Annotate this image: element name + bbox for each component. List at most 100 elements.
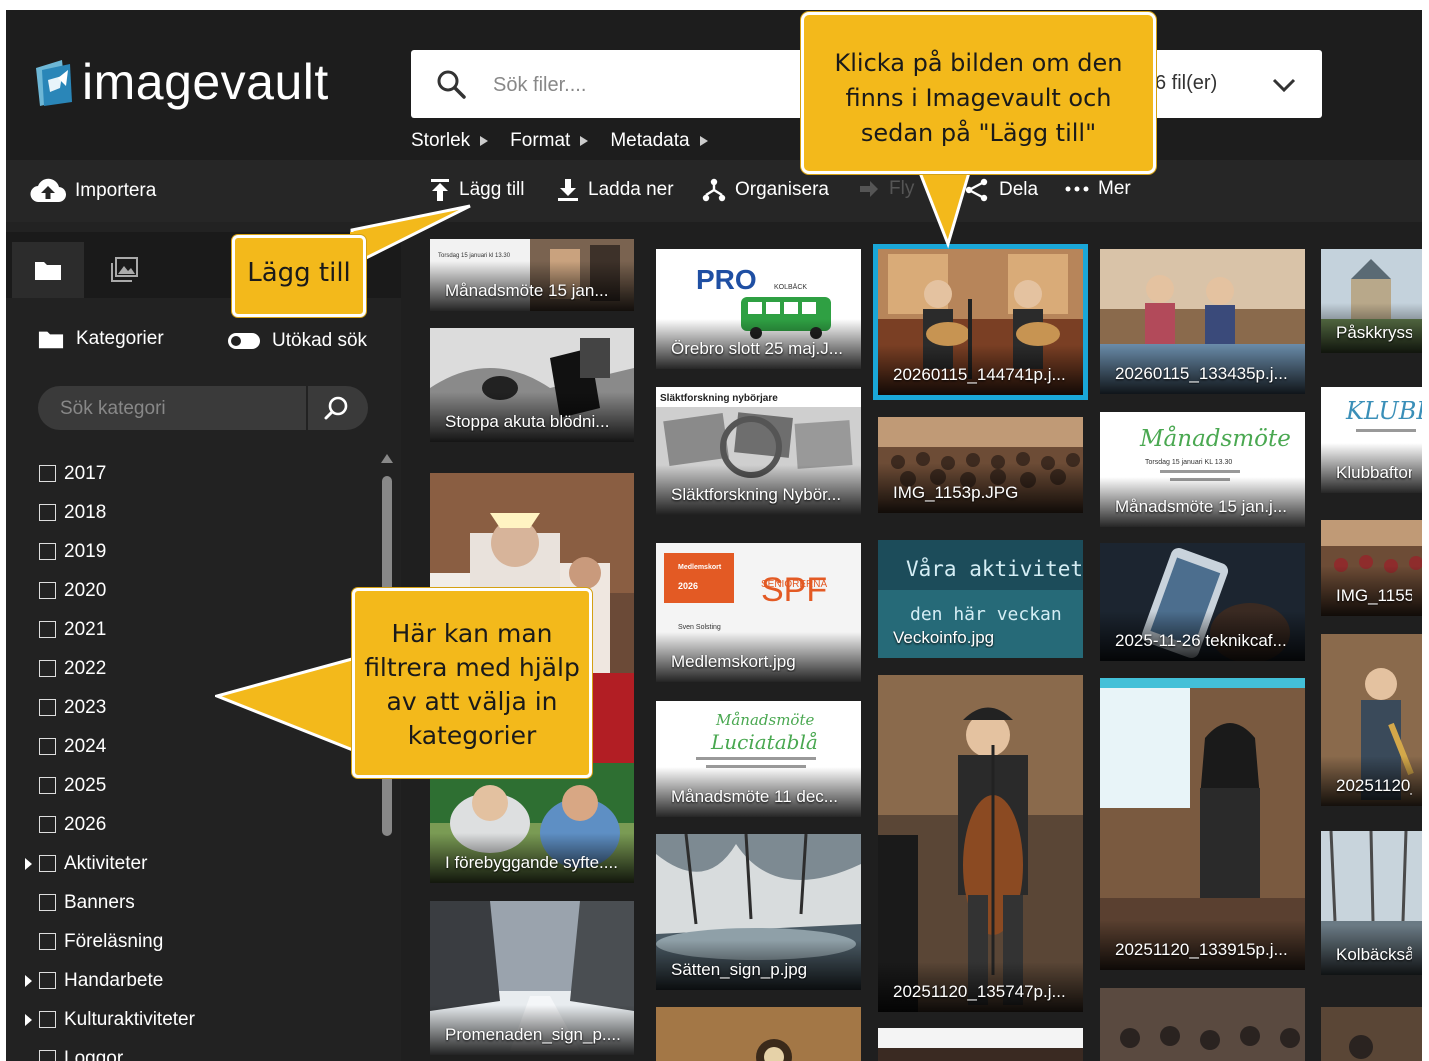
thumbnail[interactable]: Stoppa akuta blödni... [430,328,634,442]
expand-arrow-icon[interactable] [20,857,37,870]
thumbnail[interactable]: IMG_1153p.JPG [878,417,1083,513]
thumbnail[interactable]: Påskkryssni [1321,249,1422,353]
expand-arrow-icon[interactable] [20,1013,37,1026]
filter-metadata-label: Metadata [610,130,690,151]
category-checkbox[interactable] [39,660,56,677]
callout-top: Klicka på bilden om den finns i Imagevau… [801,12,1156,174]
thumbnail-label: 20251120_133915p.j... [1115,940,1288,959]
thumbnail-label: 20251120_135747p.j... [893,982,1066,1001]
thumbnail[interactable] [878,1028,1083,1061]
category-item[interactable]: 2025 [20,766,380,805]
category-item[interactable]: 2021 [20,610,380,649]
category-item[interactable]: Kulturaktiviteter [20,1000,380,1039]
thumbnail[interactable] [1100,988,1305,1061]
tab-folders[interactable] [12,242,84,298]
category-item[interactable]: Banners [20,883,380,922]
category-checkbox[interactable] [39,582,56,599]
thumbnail[interactable]: Släktforskning nybörjare Släktforskning … [656,387,861,515]
category-checkbox[interactable] [39,1011,56,1028]
thumbnail-label: Månadsmöte 15 jan... [445,281,609,300]
pro-sub-text: KOLBÄCK [774,283,807,291]
import-button[interactable]: Importera [30,178,156,204]
category-checkbox[interactable] [39,777,56,794]
category-label: 2026 [64,813,107,835]
category-checkbox[interactable] [39,504,56,521]
spf-year-text: 2026 [678,581,698,591]
category-label: 2025 [64,774,107,796]
thumbnail[interactable]: IMG_1155p. [1321,520,1422,616]
categories-label: Kategorier [76,328,164,349]
thumbnail[interactable]: Våra aktiviteter den här veckan Veckoinf… [878,540,1083,658]
category-checkbox[interactable] [39,1050,56,1061]
category-checkbox[interactable] [39,894,56,911]
thumbnail[interactable]: 20260115_133435p.j... [1100,249,1305,394]
spf-logo-text: SPF [761,571,827,609]
category-label: 2020 [64,579,107,601]
category-checkbox[interactable] [39,621,56,638]
organize-button[interactable]: Organisera [702,178,829,202]
filter-size[interactable]: Storlek [411,130,489,152]
category-label: 2024 [64,735,107,757]
thumbnail[interactable]: Månadsmöte Luciatablå Månadsmöte 11 dec.… [656,701,861,817]
category-checkbox[interactable] [39,972,56,989]
category-item[interactable]: 2018 [20,493,380,532]
thumbnail-selected[interactable]: 20260115_144741p.j... [873,244,1088,400]
category-item[interactable]: 2019 [20,532,380,571]
thumbnail[interactable]: Sätten_sign_p.jpg [656,834,861,990]
callout-mid: Här kan man filtrera med hjälp av att vä… [352,588,592,778]
thumbnail[interactable]: Kolbäcksån [1321,831,1422,975]
callout-top-text: Klicka på bilden om den finns i Imagevau… [834,49,1123,147]
category-item[interactable]: 2020 [20,571,380,610]
scroll-up-icon[interactable] [381,454,393,463]
category-search-input[interactable] [58,396,302,422]
category-item[interactable]: Aktiviteter [20,844,380,883]
download-button[interactable]: Ladda ner [557,178,674,202]
search-input[interactable] [491,68,845,102]
logo[interactable]: imagevault [32,52,329,112]
expand-arrow-icon[interactable] [20,974,37,987]
thumbnail[interactable]: 20251120_135747p.j... [878,675,1083,1012]
thumbnail[interactable]: KLUBB Klubbafton [1321,387,1422,493]
search-icon[interactable] [435,68,467,100]
header: imagevault 6 fil(er) Storlek Format Meta… [6,10,1422,160]
category-checkbox[interactable] [39,933,56,950]
category-item[interactable]: Loggor [20,1039,380,1061]
manad-title-text: Månadsmöte [715,711,814,729]
category-label: 2017 [64,462,107,484]
thumbnail[interactable]: Promenaden_sign_p.... [430,901,634,1055]
filter-format[interactable]: Format [510,130,589,152]
chevron-down-icon[interactable] [1269,70,1299,100]
thumbnail[interactable]: 20251120_133915p.j... [1100,678,1305,970]
triangle-right-icon [580,136,589,146]
thumbnail[interactable]: 2025-11-26 teknikcaf... [1100,543,1305,661]
thumbnail[interactable]: Månadsmöte Torsdag 15 januari KL 13.30 M… [1100,412,1305,527]
thumbnail[interactable]: Medlemskort 2026 SPF SENIORERNA Sven Sol… [656,543,861,682]
thumbnail[interactable]: I förebyggande syfte.... [430,763,634,883]
categories-header[interactable]: Kategorier [38,328,164,350]
thumbnail-label: Sätten_sign_p.jpg [671,960,808,979]
manad-title-text: Månadsmöte [1139,425,1291,452]
thumbnail-label: IMG_1153p.JPG [893,483,1019,502]
category-item[interactable]: 2017 [20,454,380,493]
thumbnail[interactable] [1321,1007,1422,1061]
category-item[interactable]: 2026 [20,805,380,844]
tab-images[interactable] [88,242,160,298]
category-checkbox[interactable] [39,816,56,833]
category-checkbox[interactable] [39,855,56,872]
thumbnail[interactable]: PRO KOLBÄCK Örebro slott 25 maj.J... [656,249,861,369]
category-item[interactable]: Föreläsning [20,922,380,961]
category-checkbox[interactable] [39,738,56,755]
thumbnail[interactable] [656,1007,861,1061]
thumbnail-label: Månadsmöte 15 jan.j... [1115,497,1287,516]
category-checkbox[interactable] [39,699,56,716]
filter-metadata[interactable]: Metadata [610,130,708,152]
logo-mark-icon [32,56,76,108]
more-button[interactable]: Mer [1065,178,1131,200]
thumbnail[interactable]: 20251120_1 [1321,634,1422,806]
category-checkbox[interactable] [39,543,56,560]
category-item[interactable]: Handarbete [20,961,380,1000]
extended-search-toggle[interactable]: Utökad sök [228,330,367,352]
search-icon[interactable] [323,395,349,421]
category-checkbox[interactable] [39,465,56,482]
toggle-switch[interactable] [228,333,260,349]
